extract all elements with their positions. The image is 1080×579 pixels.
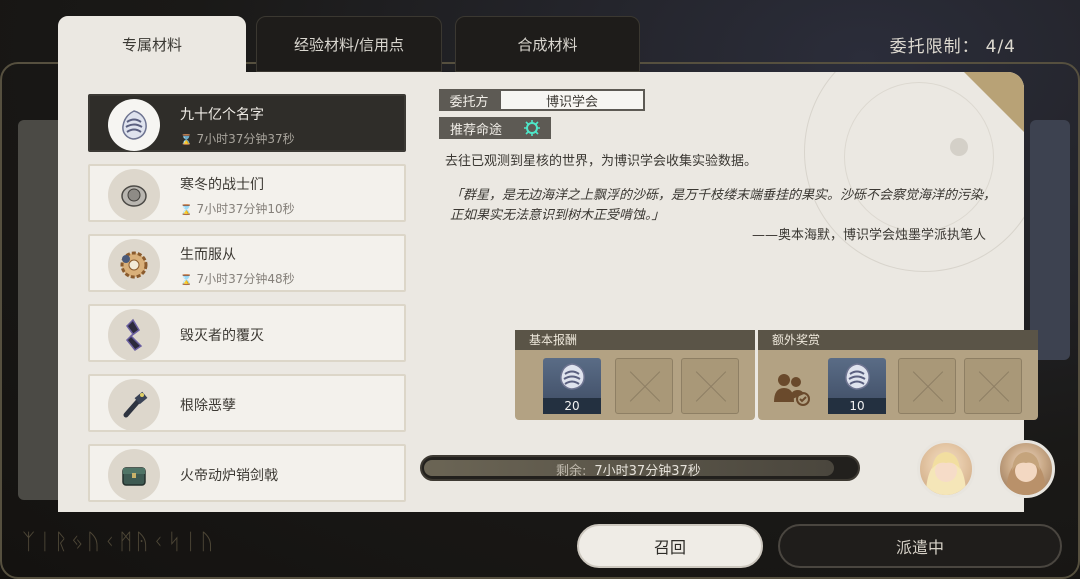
extra-reward-label: 额外奖赏 [758, 330, 1038, 350]
party-check-icon [772, 370, 812, 410]
assignment-name: 生而服从 [180, 247, 236, 263]
assignment-time: ⌛ 7小时37分钟10秒 [180, 202, 295, 216]
main-panel: 九十亿个名字 ⌛ 7小时37分钟37秒 寒冬的战士们 ⌛ 7小时37分钟10秒 生而… [58, 72, 1024, 512]
path-row: 推荐命途 [439, 117, 551, 139]
assignment-item[interactable]: 九十亿个名字 ⌛ 7小时37分钟37秒 [88, 94, 406, 152]
assignment-item[interactable]: 毁灭者的覆灭 [88, 304, 406, 362]
assignment-name: 寒冬的战士们 [180, 177, 264, 193]
empty-slot [898, 358, 956, 414]
extra-reward-card: 额外奖赏 10 [758, 330, 1038, 420]
empty-slot [615, 358, 673, 414]
remaining-time-bar: 剩余: 7小时37分钟37秒 [420, 455, 860, 481]
gear-icon [108, 239, 160, 291]
coin-icon [108, 169, 160, 221]
mission-quote: 「群星，是无边海洋之上飘浮的沙砾，是万千枝缕末端垂挂的果实。沙砾不会察觉海洋的污… [450, 186, 996, 246]
dark-shard-icon [108, 309, 160, 361]
client-row: 委托方 博识学会 [439, 89, 645, 111]
recall-button[interactable]: 召回 [577, 524, 763, 568]
tool-icon [108, 379, 160, 431]
tab-exclusive-materials[interactable]: 专属材料 [58, 16, 246, 72]
reward-item-slot[interactable]: 10 [828, 358, 886, 414]
assignment-item[interactable]: 火帝动炉销剑戟 [88, 444, 406, 502]
assignment-item[interactable]: 根除恶孽 [88, 374, 406, 432]
dispatch-status-button[interactable]: 派遣中 [778, 524, 1062, 568]
tab-synthesis-materials[interactable]: 合成材料 [455, 16, 640, 72]
corner-ribbon [964, 72, 1024, 132]
assignment-time: ⌛ 7小时37分钟37秒 [180, 132, 295, 146]
reward-count: 20 [543, 398, 601, 414]
quote-author: ——奥本海默，博识学会烛墨学派执笔人 [751, 228, 986, 243]
path-label: 推荐命途 [439, 117, 513, 139]
decorative-script: ᛉᛁᚱᛃᚢᚲᛗᚤᚲᛋᛁᚢ [22, 530, 217, 555]
tab-exp-materials[interactable]: 经验材料/信用点 [256, 16, 442, 72]
commission-limit: 委托限制： 4/4 [889, 37, 1016, 57]
dispatched-character-avatar[interactable] [917, 440, 975, 498]
decor-dot [950, 138, 968, 156]
erudition-path-icon[interactable] [513, 117, 551, 139]
remaining-time-text: 剩余: 7小时37分钟37秒 [556, 464, 701, 479]
silvermane-badge-icon [108, 99, 160, 151]
client-label: 委托方 [439, 89, 499, 111]
basic-reward-label: 基本报酬 [515, 330, 755, 350]
assignment-item[interactable]: 生而服从 ⌛ 7小时37分钟48秒 [88, 234, 406, 292]
assignment-name: 火帝动炉销剑戟 [180, 468, 278, 484]
reward-count: 10 [828, 398, 886, 414]
empty-slot [681, 358, 739, 414]
assignment-item[interactable]: 寒冬的战士们 ⌛ 7小时37分钟10秒 [88, 164, 406, 222]
reward-item-slot[interactable]: 20 [543, 358, 601, 414]
chest-icon [108, 449, 160, 501]
empty-slot [964, 358, 1022, 414]
assignment-name: 毁灭者的覆灭 [180, 328, 264, 344]
assignment-time: ⌛ 7小时37分钟48秒 [180, 272, 295, 286]
basic-reward-card: 基本报酬 20 [515, 330, 755, 420]
assignment-name: 根除恶孽 [180, 398, 236, 414]
assignment-name: 九十亿个名字 [180, 107, 264, 123]
client-value: 博识学会 [499, 89, 645, 111]
dispatched-character-avatar[interactable] [997, 440, 1055, 498]
mission-description: 去往已观测到星核的世界，为博识学会收集实验数据。 [445, 154, 758, 169]
